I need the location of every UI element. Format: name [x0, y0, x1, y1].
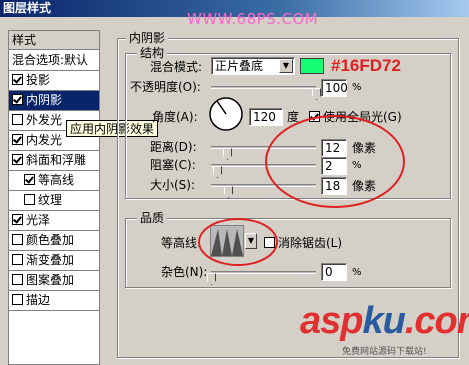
style-item-contour[interactable]: 等高线 — [9, 171, 99, 190]
opacity-unit: % — [352, 82, 362, 93]
noise-label: 杂色(N): — [161, 265, 208, 279]
noise-input[interactable]: 0 — [321, 263, 347, 281]
style-item-gradient-overlay[interactable]: 渐变叠加 — [9, 251, 99, 270]
styles-list: 样式 混合选项:默认 投影 内阴影 外发光 内发光 斜面和浮雕 等高线 纹理 光… — [8, 30, 100, 365]
checkbox-icon[interactable] — [12, 134, 23, 145]
structure-title: 结构 — [137, 46, 168, 60]
style-item-satin[interactable]: 光泽 — [9, 211, 99, 230]
opacity-label: 不透明度(O): — [130, 80, 201, 94]
checkbox-icon[interactable] — [12, 114, 23, 125]
checkbox-icon[interactable] — [264, 237, 275, 248]
style-item-drop-shadow[interactable]: 投影 — [9, 71, 99, 90]
site-logo: aspku.com — [300, 300, 469, 342]
quality-title: 品质 — [137, 211, 168, 225]
checkbox-icon[interactable] — [12, 274, 23, 285]
checkbox-icon[interactable] — [12, 94, 23, 105]
distance-label: 距离(D): — [150, 140, 197, 154]
size-label: 大小(S): — [150, 178, 196, 192]
checkbox-icon[interactable] — [12, 234, 23, 245]
style-item-pattern-overlay[interactable]: 图案叠加 — [9, 271, 99, 290]
checkbox-icon[interactable] — [24, 174, 35, 185]
checkbox-icon[interactable] — [12, 154, 23, 165]
color-annotation: #16FD72 — [331, 56, 401, 75]
style-item-texture[interactable]: 纹理 — [9, 191, 99, 210]
inner-shadow-title: 内阴影 — [126, 31, 169, 45]
choke-label: 阻塞(C): — [150, 158, 196, 172]
noise-unit: % — [352, 267, 362, 278]
style-item-inner-shadow[interactable]: 内阴影 — [9, 91, 99, 110]
site-logo-tagline: 免费网站源码下载站! — [342, 347, 427, 357]
angle-dial-icon[interactable] — [208, 96, 244, 132]
blend-options-item[interactable]: 混合选项:默认 — [9, 51, 99, 70]
shadow-color-swatch[interactable] — [300, 58, 324, 74]
style-item-stroke[interactable]: 描边 — [9, 291, 99, 310]
opacity-slider-track[interactable] — [211, 86, 316, 89]
angle-label: 角度(A): — [152, 110, 198, 124]
style-item-color-overlay[interactable]: 颜色叠加 — [9, 231, 99, 250]
blend-mode-label: 混合模式: — [150, 60, 203, 74]
antialias-toggle[interactable]: 消除锯齿(L) — [264, 236, 342, 250]
noise-slider-track[interactable] — [211, 271, 316, 274]
style-item-bevel-emboss[interactable]: 斜面和浮雕 — [9, 151, 99, 170]
styles-header: 样式 — [9, 31, 99, 50]
checkbox-icon[interactable] — [12, 294, 23, 305]
chevron-down-icon[interactable]: ▼ — [279, 59, 293, 73]
checkbox-icon[interactable] — [12, 74, 23, 85]
checkbox-icon[interactable] — [12, 214, 23, 225]
checkbox-icon[interactable] — [24, 194, 35, 205]
checkbox-icon[interactable] — [12, 254, 23, 265]
highlight-ellipse — [265, 115, 405, 208]
opacity-input[interactable]: 100 — [321, 79, 348, 97]
angle-input[interactable]: 120 — [249, 108, 283, 126]
contour-label: 等高线: — [161, 236, 202, 250]
site-watermark: WWW.68PS.COM — [187, 10, 319, 28]
